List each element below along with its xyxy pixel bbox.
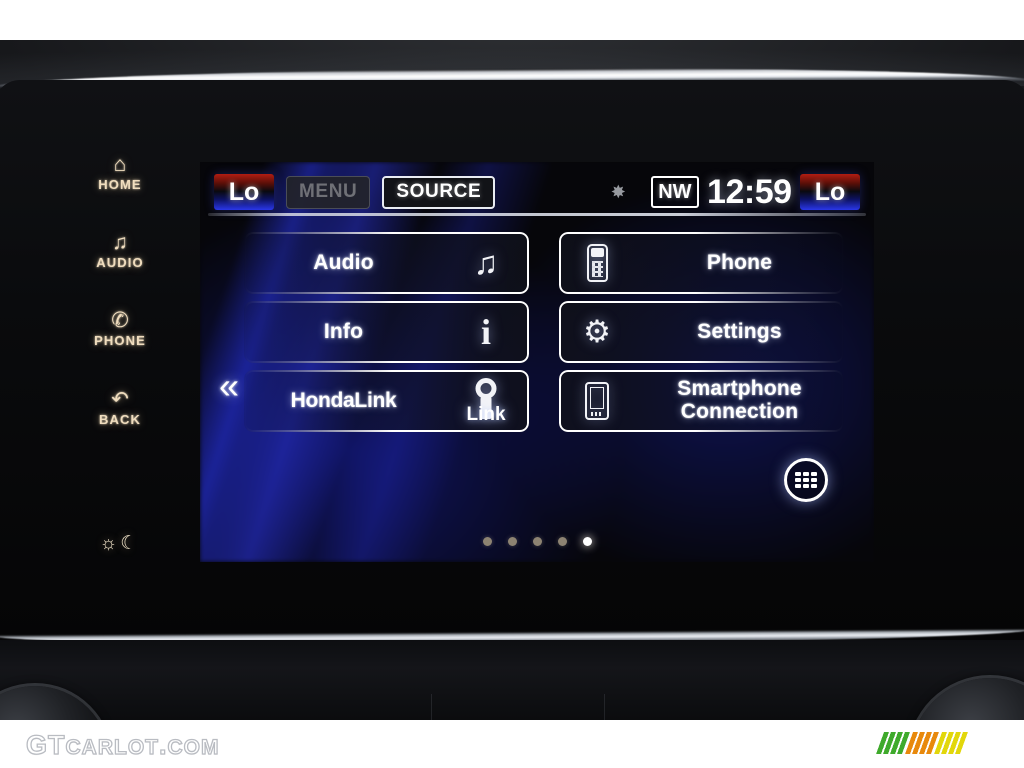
menu-item-audio-label: Audio <box>313 250 374 274</box>
clock: 12:59 <box>707 172 792 212</box>
status-bar: Lo MENU SOURCE ✸ NW 12:59 Lo <box>200 162 874 222</box>
music-note-icon: ♫ <box>112 231 128 254</box>
satellite-glyph: ✸ <box>610 181 626 202</box>
watermark-text: GTCARLOT.COM <box>25 729 220 761</box>
apps-grid-icon <box>795 472 817 488</box>
menu-item-smartphone-label-line1: Smartphone <box>677 377 802 401</box>
infotainment-photo: ❄ ▼ ❄ ▲ CLIMATE ⌂ HOME ♫ AUDIO ✆ PHONE ↶… <box>0 0 1024 768</box>
driver-temperature-badge[interactable]: Lo <box>214 174 274 210</box>
driver-temperature-value: Lo <box>228 177 260 206</box>
menu-item-info[interactable]: Info i <box>244 301 529 363</box>
hardware-button-back[interactable]: ↶ BACK <box>62 388 178 428</box>
satellite-icon: ✸ <box>605 179 631 205</box>
page-dot[interactable] <box>507 537 517 546</box>
infotainment-screen[interactable]: Lo MENU SOURCE ✸ NW 12:59 Lo « Audio ♫ P… <box>200 162 874 562</box>
hardware-button-phone-label: PHONE <box>94 333 146 348</box>
source-button-label: SOURCE <box>396 181 482 202</box>
page-dot[interactable] <box>482 537 492 546</box>
menu-item-hondalink[interactable]: HondaLink Link <box>244 370 529 432</box>
previous-page-chevron-icon[interactable]: « <box>208 358 250 414</box>
menu-button-label: MENU <box>299 181 358 202</box>
chevron-double-left-icon: « <box>218 365 240 406</box>
link-key-icon: Link <box>455 378 517 425</box>
menu-item-smartphone-connection[interactable]: Smartphone Connection <box>559 370 844 432</box>
site-logo-icon <box>875 732 969 754</box>
compass-heading: NW <box>651 176 699 208</box>
page-dot-active[interactable] <box>582 537 592 546</box>
menu-item-info-label: Info <box>323 319 364 343</box>
smartphone-icon <box>585 382 609 420</box>
phone-handset-icon: ✆ <box>111 309 129 332</box>
menu-item-phone[interactable]: Phone <box>559 232 844 294</box>
passenger-temperature-badge[interactable]: Lo <box>800 174 860 210</box>
watermark-dot: . <box>158 729 168 760</box>
info-icon: i <box>480 312 491 352</box>
menu-item-settings-label: Settings <box>697 319 782 343</box>
watermark-gt: GT <box>25 729 66 760</box>
phone-icon <box>586 244 608 282</box>
footer-watermark-bar: GTCARLOT.COM <box>0 720 1024 768</box>
watermark-com: COM <box>167 735 220 759</box>
menu-item-hondalink-label: HondaLink <box>290 388 397 412</box>
hardware-button-audio[interactable]: ♫ AUDIO <box>62 231 178 271</box>
link-icon-word: Link <box>466 404 506 425</box>
menu-item-settings[interactable]: ⚙ Settings <box>559 301 844 363</box>
clock-value: 12:59 <box>707 172 792 211</box>
page-indicator-dots <box>200 537 874 546</box>
moon-icon: ☾ <box>120 533 141 554</box>
menu-item-audio[interactable]: Audio ♫ <box>244 232 529 294</box>
hardware-button-back-label: BACK <box>99 412 141 427</box>
menu-item-smartphone-label-line2: Connection <box>680 400 799 423</box>
page-dot[interactable] <box>532 537 542 546</box>
hardware-button-audio-label: AUDIO <box>96 255 144 270</box>
menu-item-phone-label: Phone <box>706 250 773 274</box>
passenger-temperature-value: Lo <box>814 177 846 206</box>
photo-top-margin <box>0 0 1024 44</box>
hardware-button-home[interactable]: ⌂ HOME <box>62 153 178 193</box>
source-button[interactable]: SOURCE <box>382 175 496 209</box>
back-arrow-icon: ↶ <box>111 388 129 411</box>
hardware-button-phone[interactable]: ✆ PHONE <box>62 309 178 349</box>
apps-grid-button[interactable] <box>784 458 828 502</box>
sun-icon: ☼ <box>99 533 121 554</box>
page-dot[interactable] <box>557 537 567 546</box>
menu-button[interactable]: MENU <box>286 175 371 209</box>
brightness-button[interactable]: ☼☾ <box>74 532 166 555</box>
compass-heading-value: NW <box>658 180 692 203</box>
hardware-button-column: ⌂ HOME ♫ AUDIO ✆ PHONE ↶ BACK <box>62 140 178 560</box>
watermark-carlot: CARLOT <box>65 735 159 759</box>
music-note-icon: ♫ <box>473 244 499 281</box>
gear-icon: ⚙ <box>583 314 611 349</box>
home-menu-grid: Audio ♫ Phone Info i ⚙ Settings HondaLin… <box>244 232 874 432</box>
home-icon: ⌂ <box>113 153 127 176</box>
hardware-button-home-label: HOME <box>98 177 142 192</box>
